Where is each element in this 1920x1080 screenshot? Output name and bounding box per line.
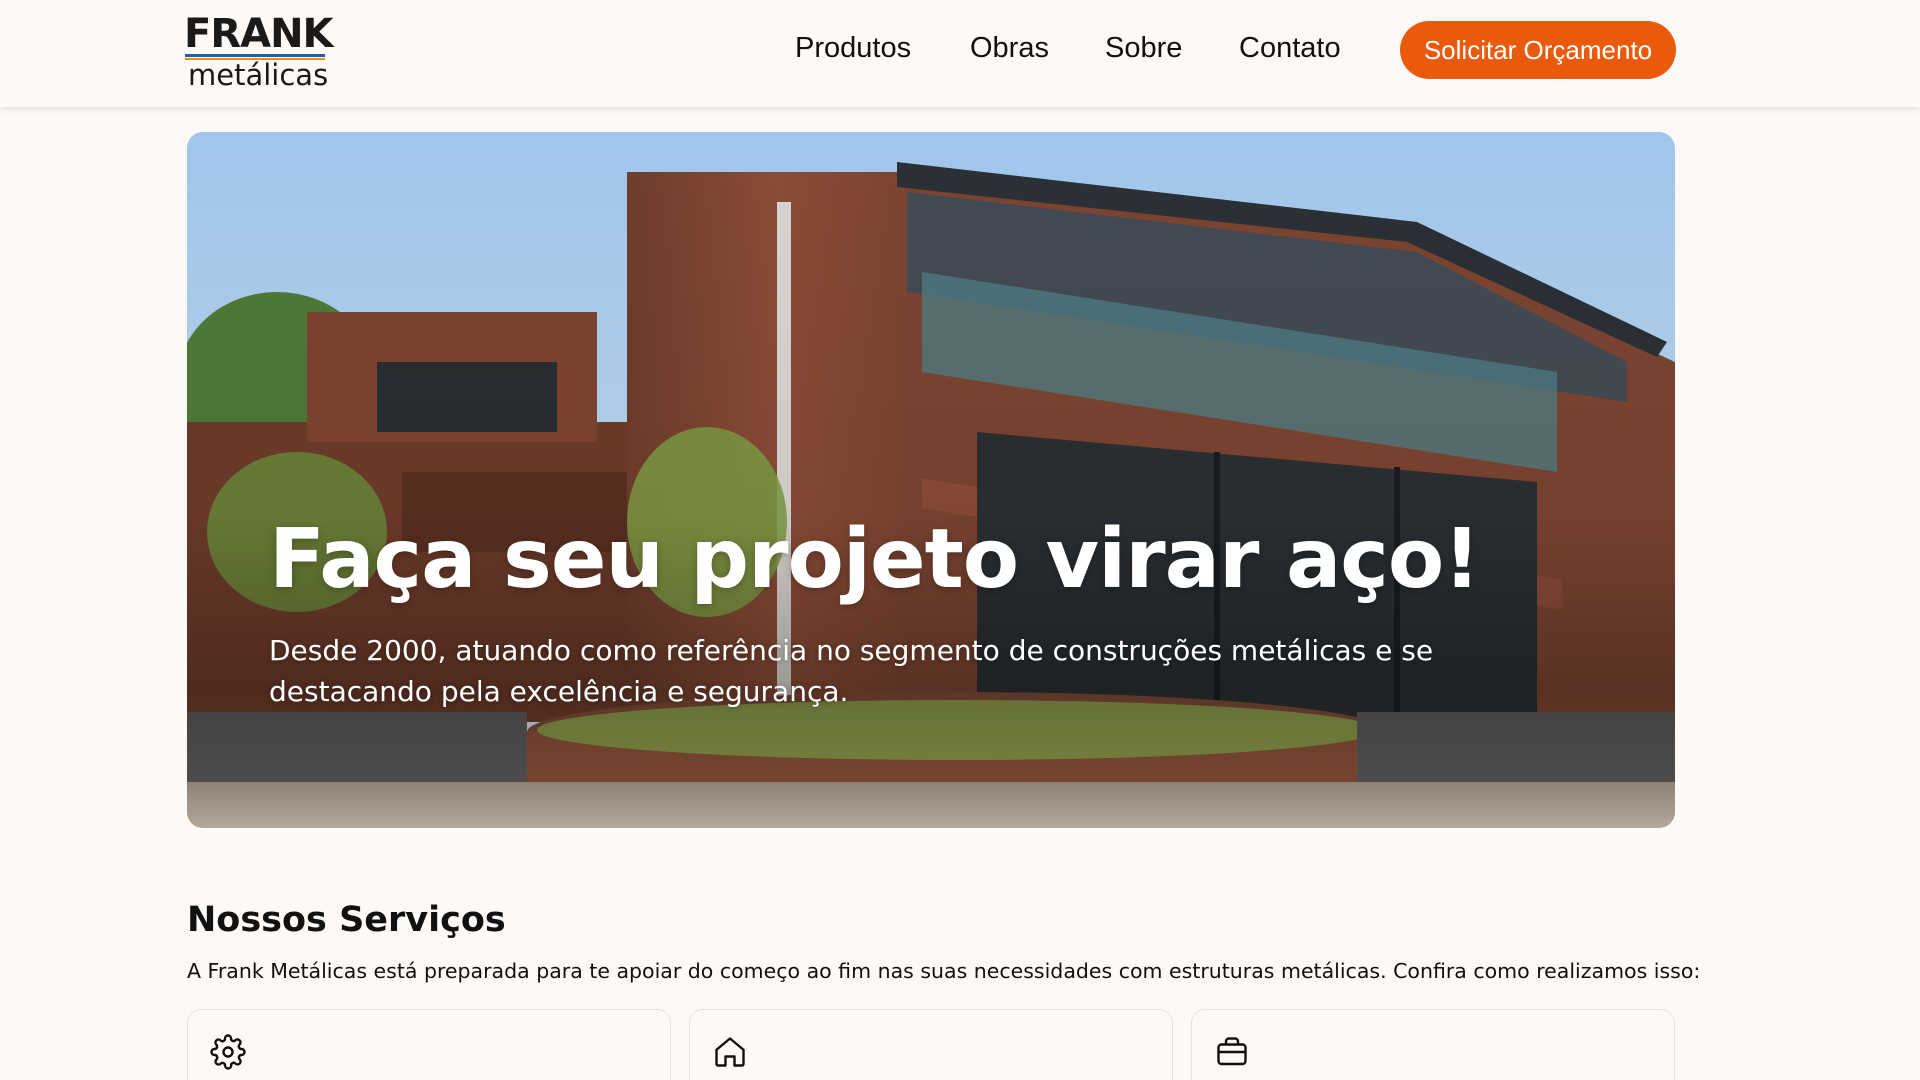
logo-subtitle: metálicas: [188, 58, 329, 92]
home-icon: [715, 1037, 745, 1067]
site-header: FRANK metálicas Produtos Obras Sobre Con…: [0, 0, 1920, 107]
nav-link-contato[interactable]: Contato: [1239, 30, 1341, 66]
gear-icon: [210, 1034, 246, 1070]
hero-banner: Faça seu projeto virar aço! Desde 2000, …: [187, 132, 1675, 828]
logo-wordmark: FRANK: [184, 11, 334, 57]
briefcase-icon: [1217, 1037, 1247, 1066]
hero-title: Faça seu projeto virar aço!: [269, 512, 1481, 607]
nav-link-obras[interactable]: Obras: [970, 30, 1049, 66]
services-heading: Nossos Serviços: [187, 900, 506, 940]
hero-building-photo: [187, 132, 1675, 828]
hero-subtitle: Desde 2000, atuando como referência no s…: [269, 634, 1434, 708]
service-card-3[interactable]: [1191, 1009, 1675, 1080]
services-description: A Frank Metálicas está preparada para te…: [187, 959, 1701, 983]
request-quote-button[interactable]: Solicitar Orçamento: [1400, 21, 1676, 79]
service-card-2[interactable]: [689, 1009, 1173, 1080]
logo-underline-blue: [185, 54, 325, 57]
brand-logo[interactable]: FRANK metálicas: [184, 12, 334, 92]
nav-link-sobre[interactable]: Sobre: [1105, 30, 1182, 66]
service-card-1[interactable]: [187, 1009, 671, 1080]
nav-link-produtos[interactable]: Produtos: [795, 30, 911, 66]
